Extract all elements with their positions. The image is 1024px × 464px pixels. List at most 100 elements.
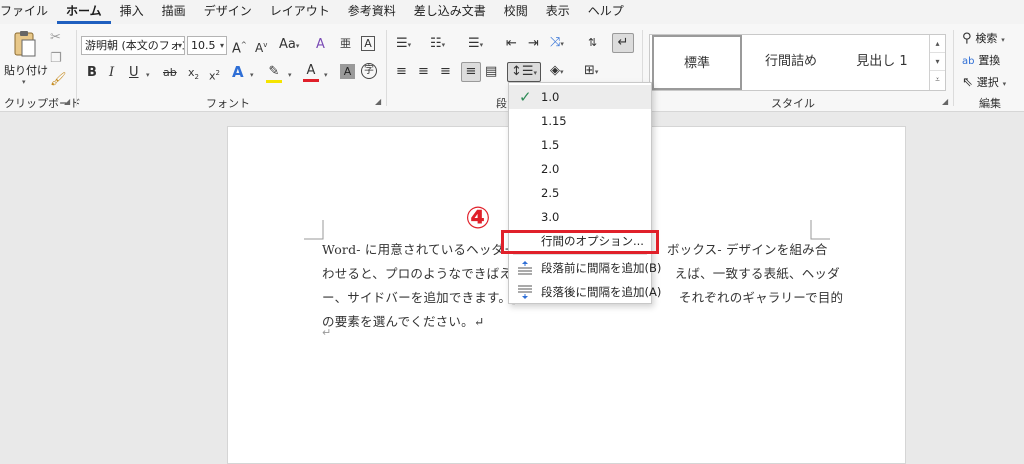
chevron-down-icon[interactable]: ▾ [930, 53, 945, 71]
line-spacing-option-1-15[interactable]: 1.15 [509, 109, 651, 133]
gallery-scroll[interactable]: ▴ ▾ ⩡ [929, 35, 945, 90]
shrink-font-icon[interactable]: Av [255, 37, 267, 56]
find-button[interactable]: ⚲ 検索 ▾ [962, 30, 1005, 48]
sort-icon[interactable]: ⇅ [588, 35, 597, 51]
highlight-color-icon[interactable]: ✎ [266, 64, 282, 83]
menu-view[interactable]: 表示 [537, 0, 579, 24]
paste-icon [14, 31, 36, 57]
justify-icon[interactable]: ≡ [461, 62, 481, 82]
replace-label: 置換 [978, 54, 1001, 67]
line-spacing-button[interactable]: ↕☰▾ [507, 62, 541, 82]
space-before-icon [518, 261, 532, 275]
align-left-icon[interactable]: ≡ [396, 64, 407, 80]
grow-font-icon[interactable]: A^ [232, 37, 247, 57]
align-right-icon[interactable]: ≡ [440, 64, 451, 80]
line-spacing-option-3-0[interactable]: 3.0 [509, 205, 651, 229]
replace-button[interactable]: ab 置換 [962, 52, 1000, 70]
cut-icon[interactable]: ✂ [50, 30, 61, 46]
menu-separator [513, 254, 647, 255]
menu-help[interactable]: ヘルプ [579, 0, 633, 24]
menu-review[interactable]: 校閲 [495, 0, 537, 24]
italic-icon[interactable]: I [109, 65, 114, 81]
enclosed-character-icon[interactable]: 字 [361, 63, 377, 79]
menu-design[interactable]: デザイン [195, 0, 261, 24]
character-shading-icon[interactable]: A [340, 64, 355, 79]
replace-icon: ab [962, 56, 975, 67]
multilevel-list-icon[interactable]: ☰▾ [468, 36, 483, 53]
line-text: ー、サイドバーを追加できます。[挿 [322, 290, 529, 305]
chevron-down-icon[interactable]: ▾ [288, 67, 292, 83]
line-text: Word- に用意されているヘッダー [322, 242, 517, 257]
line-spacing-option-1-5[interactable]: 1.5 [509, 133, 651, 157]
align-center-icon[interactable]: ≡ [418, 64, 429, 80]
enclose-characters-icon[interactable]: A [361, 36, 375, 51]
step-number-marker: ④ [465, 201, 491, 236]
subscript-icon[interactable]: x2 [188, 65, 199, 85]
style-normal[interactable]: 標準 [652, 35, 742, 90]
underline-icon[interactable]: U [129, 65, 139, 81]
borders-icon[interactable]: ⊞▾ [584, 63, 598, 80]
show-hide-marks-icon[interactable]: ↵ [612, 33, 634, 53]
shading-icon[interactable]: ◈▾ [550, 63, 564, 80]
font-name-value: 游明朝 (本文のフォン [85, 39, 185, 52]
menu-insert[interactable]: 挿入 [111, 0, 153, 24]
select-button[interactable]: ⇖ 選択 ▾ [962, 74, 1006, 92]
style-heading-1[interactable]: 見出し 1 [836, 35, 928, 90]
chevron-down-icon[interactable]: ▾ [250, 67, 254, 83]
font-size-combo[interactable]: 10.5 ▾ [187, 36, 227, 55]
editing-group-label: 編集 [979, 97, 1001, 110]
line-text: わせると、プロのようなできばえの [322, 266, 525, 281]
cursor-icon: ⇖ [962, 75, 973, 90]
menu-draw[interactable]: 描画 [153, 0, 195, 24]
line-spacing-menu: ✓ 1.0 1.15 1.5 2.0 2.5 3.0 行間のオプション... 段… [508, 82, 661, 304]
chevron-down-icon[interactable]: ▾ [146, 67, 150, 83]
style-no-spacing[interactable]: 行間詰め [746, 35, 836, 90]
menu-bar: ファイル ホーム 挿入 描画 デザイン レイアウト 参考資料 差し込み文書 校閲… [0, 0, 1024, 24]
line-spacing-option-2-0[interactable]: 2.0 [509, 157, 651, 181]
chevron-down-icon: ▾ [177, 41, 182, 50]
clipboard-dialog-launcher-icon[interactable]: ◢ [64, 97, 70, 106]
paragraph-mark: ↵ [322, 326, 332, 339]
option-label: 1.5 [541, 138, 560, 152]
line-text: えば、一致する表紙、ヘッダ [674, 266, 840, 281]
distributed-icon[interactable]: ▤ [485, 64, 497, 80]
option-label: 段落前に間隔を追加(B) [541, 261, 662, 275]
styles-dialog-launcher-icon[interactable]: ◢ [942, 97, 948, 106]
decrease-indent-icon[interactable]: ⇤ [506, 36, 517, 52]
clear-formatting-icon[interactable]: A [316, 37, 325, 53]
font-color-icon[interactable]: A [303, 63, 319, 82]
font-name-combo[interactable]: 游明朝 (本文のフォン ▾ [81, 36, 185, 55]
bold-icon[interactable]: B [87, 65, 97, 81]
bullets-icon[interactable]: ☰▾ [396, 36, 411, 53]
menu-file[interactable]: ファイル [0, 0, 57, 24]
line-spacing-option-2-5[interactable]: 2.5 [509, 181, 651, 205]
increase-indent-icon[interactable]: ⇥ [528, 36, 539, 52]
copy-icon[interactable]: ❐ [50, 51, 62, 67]
crop-mark-right [810, 220, 830, 240]
chevron-down-icon[interactable]: ▾ [324, 67, 328, 83]
menu-mailings[interactable]: 差し込み文書 [405, 0, 495, 24]
search-icon: ⚲ [962, 31, 972, 46]
menu-layout[interactable]: レイアウト [261, 0, 339, 24]
font-dialog-launcher-icon[interactable]: ◢ [375, 97, 381, 106]
option-label: 2.0 [541, 162, 560, 176]
add-space-after-item[interactable]: 段落後に間隔を追加(A) [509, 280, 661, 304]
chevron-down-icon: ▾ [1002, 80, 1007, 88]
paste-button[interactable]: 貼り付け ▾ [4, 30, 48, 90]
line-spacing-option-1-0[interactable]: ✓ 1.0 [509, 85, 651, 109]
phonetic-guide-icon[interactable]: 亜 [340, 36, 351, 52]
asian-layout-icon[interactable]: ⤨▾ [550, 35, 564, 52]
select-label: 選択 [976, 76, 999, 89]
menu-home[interactable]: ホーム [57, 0, 111, 24]
add-space-before-item[interactable]: 段落前に間隔を追加(B) [509, 256, 661, 280]
text-effects-icon[interactable]: A [232, 64, 244, 80]
menu-references[interactable]: 参考資料 [339, 0, 405, 24]
gallery-more-icon[interactable]: ⩡ [930, 71, 945, 89]
numbering-icon[interactable]: ☷▾ [430, 36, 445, 53]
format-painter-icon[interactable]: 🖌 [50, 72, 67, 88]
superscript-icon[interactable]: x2 [209, 65, 220, 85]
strikethrough-icon[interactable]: ab [163, 65, 177, 81]
checkmark-icon: ✓ [519, 88, 532, 106]
change-case-icon[interactable]: Aa▾ [279, 37, 299, 54]
chevron-up-icon[interactable]: ▴ [930, 35, 945, 53]
